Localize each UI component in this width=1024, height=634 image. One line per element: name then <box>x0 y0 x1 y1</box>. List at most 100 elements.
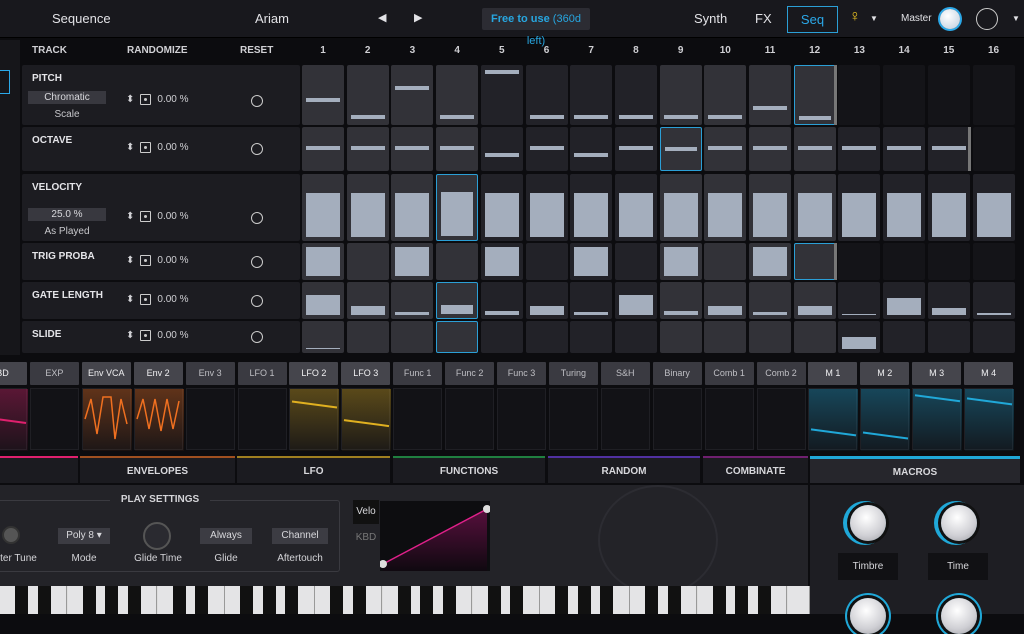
randomize-amount[interactable]: 0.00 % <box>157 294 188 305</box>
reset-icon[interactable] <box>251 212 263 224</box>
mod-source-tab[interactable]: S&H <box>600 362 650 385</box>
category-tab[interactable]: ENVELOPES <box>80 456 235 483</box>
step-cell[interactable] <box>704 321 747 353</box>
step-cell[interactable] <box>704 127 747 171</box>
step-cell[interactable] <box>749 127 791 171</box>
mod-source-tab[interactable]: Env 3 <box>185 362 235 385</box>
mod-source-display[interactable] <box>652 388 702 450</box>
mod-source-display[interactable] <box>133 388 184 451</box>
step-cell[interactable] <box>749 243 791 280</box>
step-cell[interactable] <box>391 321 434 353</box>
dice-icon[interactable] <box>140 330 152 341</box>
step-cell[interactable] <box>525 321 568 353</box>
black-key[interactable] <box>600 586 613 614</box>
updown-icon[interactable]: ⬍ <box>126 255 134 266</box>
step-cell[interactable] <box>972 127 1015 171</box>
mod-source-display[interactable] <box>600 388 650 450</box>
step-cell[interactable] <box>883 127 926 171</box>
step-cell[interactable] <box>614 282 657 319</box>
step-cell[interactable] <box>480 243 523 280</box>
mode-dropdown[interactable]: Poly 8 ▾ <box>58 528 110 544</box>
step-cell[interactable] <box>391 282 434 319</box>
step-cell[interactable] <box>302 127 344 171</box>
step-cell[interactable] <box>480 174 523 241</box>
step-cell[interactable] <box>391 127 434 171</box>
randomize-amount[interactable]: 0.00 % <box>157 142 188 153</box>
dice-icon[interactable] <box>140 254 152 266</box>
dice-icon[interactable] <box>140 211 152 222</box>
step-cell[interactable] <box>883 174 926 241</box>
black-key[interactable] <box>420 586 433 614</box>
mod-source-display[interactable] <box>912 388 963 451</box>
next-preset-icon[interactable]: ▶ <box>414 11 422 24</box>
master-tune-knob[interactable] <box>2 526 20 544</box>
step-cell[interactable] <box>704 243 747 280</box>
glide-time-knob[interactable] <box>143 522 171 550</box>
mod-source-tab[interactable]: M 3 <box>912 362 962 385</box>
mod-source-tab[interactable]: Turing <box>548 362 598 385</box>
mod-source-display[interactable] <box>964 388 1015 451</box>
length-handle[interactable] <box>833 65 837 125</box>
step-cell[interactable] <box>570 65 613 125</box>
mod-source-tab[interactable]: Comb 2 <box>756 362 806 385</box>
chevron-down-icon[interactable]: ▼ <box>1012 14 1020 23</box>
aftertouch-button[interactable]: Channel <box>272 528 328 544</box>
black-key[interactable] <box>285 586 298 614</box>
category-tab[interactable] <box>0 456 78 483</box>
step-cell[interactable] <box>525 65 568 125</box>
step-cell[interactable] <box>436 174 479 241</box>
step-cell[interactable] <box>346 174 389 241</box>
step-cell[interactable] <box>927 321 970 353</box>
mod-source-tab[interactable]: M 4 <box>964 362 1014 385</box>
tab-velo[interactable]: Velo <box>353 500 379 524</box>
mod-source-display[interactable] <box>704 388 754 450</box>
step-cell[interactable] <box>927 174 970 241</box>
black-key[interactable] <box>15 586 28 614</box>
step-cell[interactable] <box>659 65 702 125</box>
mod-source-display[interactable] <box>445 388 495 450</box>
step-cell[interactable] <box>480 127 523 171</box>
mod-source-tab[interactable]: Func 2 <box>445 362 495 385</box>
step-cell[interactable] <box>570 282 613 319</box>
step-cell[interactable] <box>972 243 1015 280</box>
step-cell[interactable] <box>659 282 702 319</box>
step-cell[interactable] <box>749 65 791 125</box>
step-cell[interactable] <box>525 174 568 241</box>
step-cell[interactable] <box>570 243 613 280</box>
mod-source-tab[interactable]: EXP <box>29 362 79 385</box>
white-key[interactable] <box>787 586 810 614</box>
step-cell[interactable] <box>614 174 657 241</box>
step-cell[interactable] <box>570 127 613 171</box>
category-tab[interactable]: COMBINATE <box>703 456 808 483</box>
reset-icon[interactable] <box>251 331 263 343</box>
mod-source-tab[interactable]: M 1 <box>808 362 858 385</box>
master-volume-knob[interactable] <box>940 9 960 29</box>
step-cell[interactable] <box>793 174 836 241</box>
step-cell[interactable] <box>302 174 344 241</box>
step-cell[interactable] <box>793 282 836 319</box>
length-handle[interactable] <box>967 127 971 171</box>
step-cell[interactable] <box>927 65 970 125</box>
step-cell[interactable] <box>614 65 657 125</box>
step-cell[interactable] <box>838 174 881 241</box>
mod-source-tab[interactable]: Func 3 <box>497 362 546 385</box>
step-cell[interactable] <box>793 321 836 353</box>
black-key[interactable] <box>712 586 726 614</box>
step-cell[interactable] <box>659 174 702 241</box>
mod-source-display[interactable] <box>29 388 79 450</box>
step-cell[interactable] <box>391 243 434 280</box>
pitch-dropdown[interactable]: Chromatic <box>28 91 106 104</box>
step-cell[interactable] <box>346 127 389 171</box>
reset-icon[interactable] <box>251 294 263 307</box>
step-cell[interactable] <box>793 65 836 125</box>
step-cell[interactable] <box>346 321 389 353</box>
prev-preset-icon[interactable]: ◀ <box>378 11 386 24</box>
reset-icon[interactable] <box>251 95 263 107</box>
step-cell[interactable] <box>838 243 881 280</box>
mod-source-display[interactable] <box>0 388 28 451</box>
mod-source-display[interactable] <box>237 388 287 450</box>
preset-name[interactable]: Ariam <box>255 11 289 26</box>
step-cell[interactable] <box>436 243 479 280</box>
updown-icon[interactable]: ⬍ <box>126 211 134 222</box>
step-cell[interactable] <box>659 127 702 171</box>
